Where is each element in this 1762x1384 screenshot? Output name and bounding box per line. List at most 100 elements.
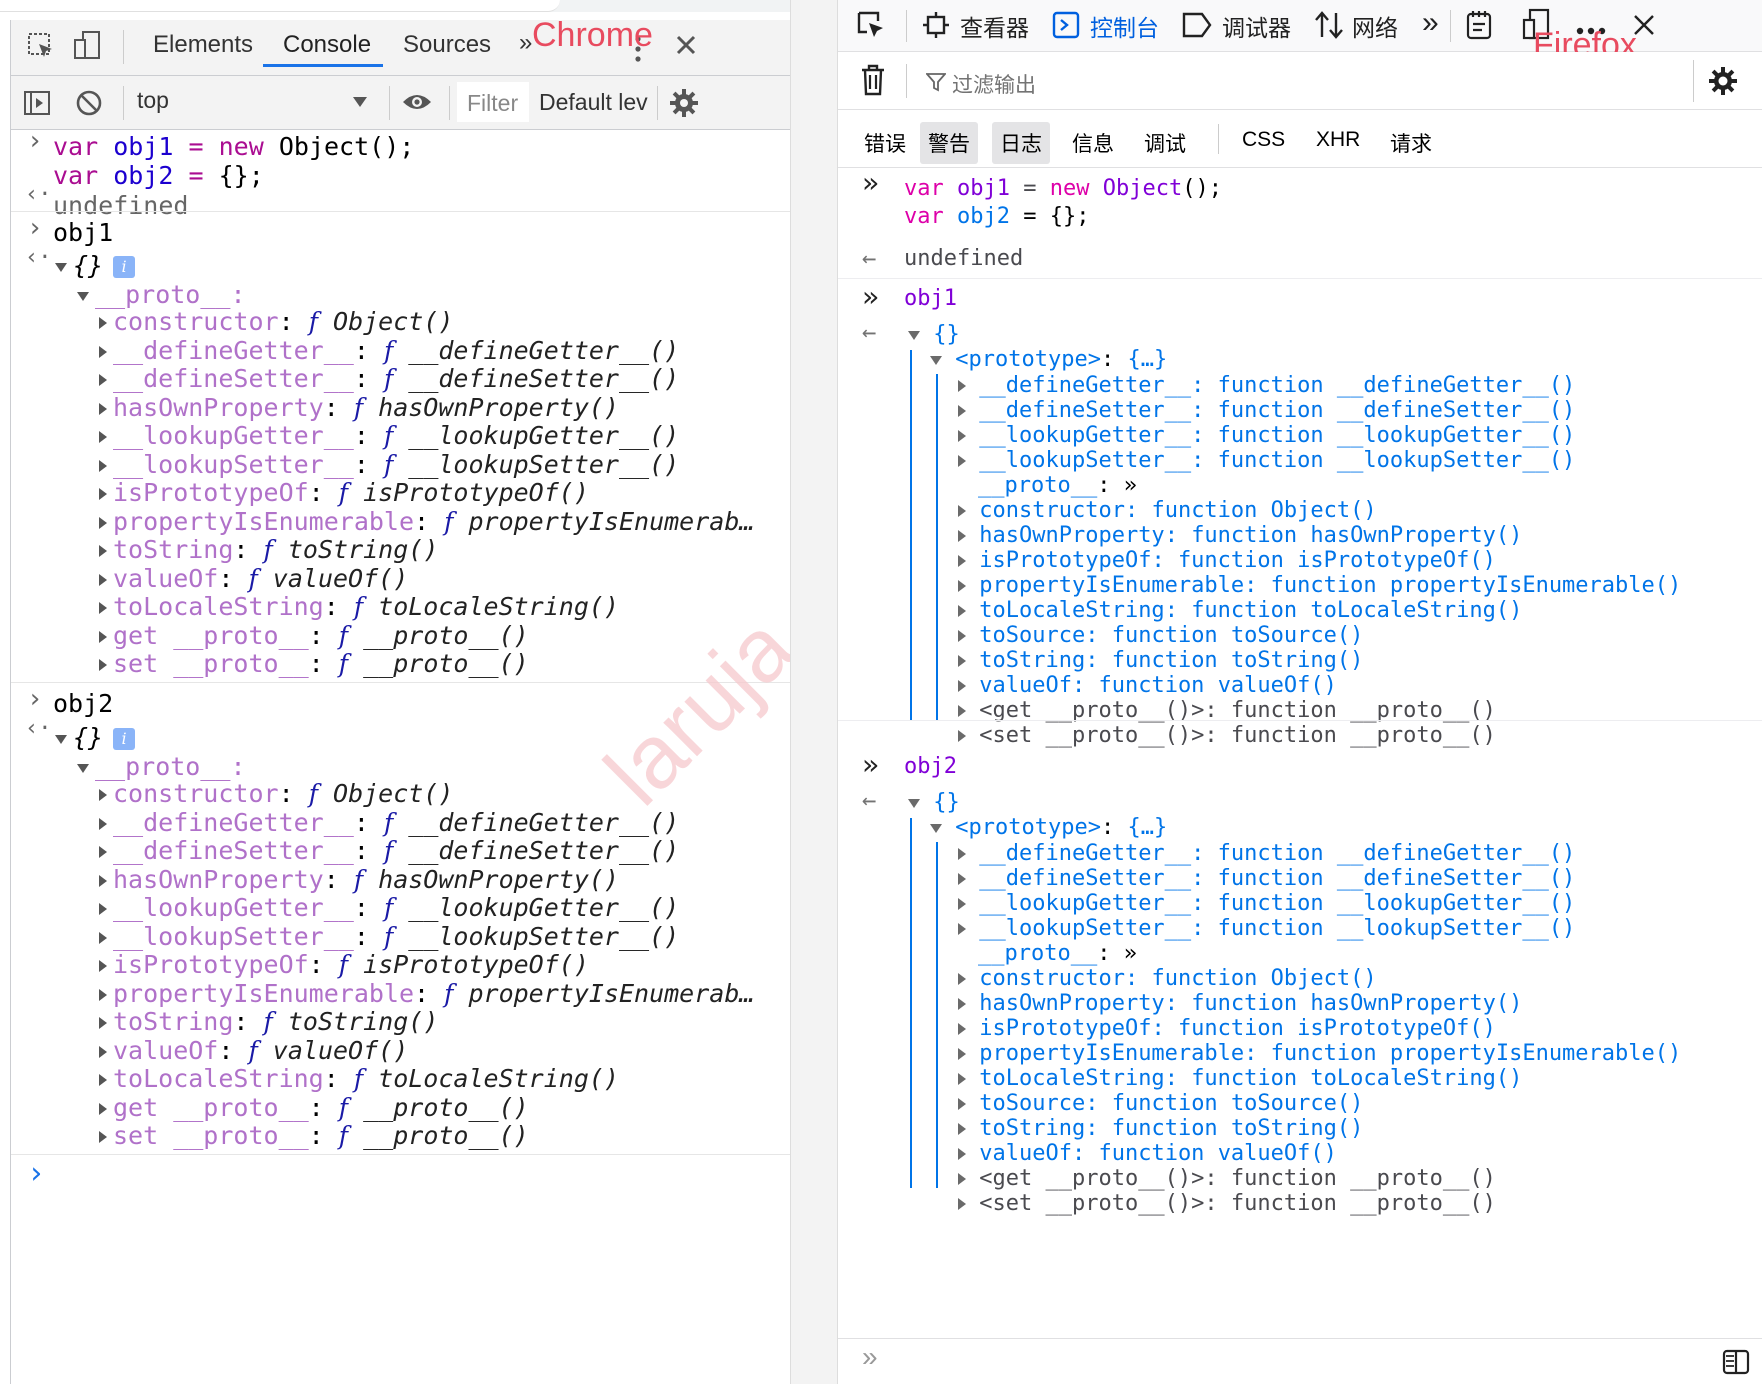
- expand-triangle-icon[interactable]: [99, 1045, 107, 1058]
- property-row[interactable]: get __proto__: f __proto__(): [99, 1092, 529, 1124]
- expand-triangle-icon[interactable]: [99, 1074, 107, 1086]
- property-row[interactable]: toSource: function toSource(): [958, 1090, 1363, 1118]
- property-row[interactable]: isPrototypeOf: function isPrototypeOf(): [958, 1015, 1496, 1043]
- context-select[interactable]: top: [137, 84, 381, 122]
- expand-triangle-icon[interactable]: [99, 1017, 107, 1029]
- property-row[interactable]: __lookupGetter__: f __lookupGetter__(): [99, 420, 679, 452]
- inspect-element-icon[interactable]: [27, 32, 55, 65]
- property-row[interactable]: __defineGetter__: function __defineGette…: [958, 840, 1575, 868]
- property-row[interactable]: __defineGetter__: f __defineGetter__(): [99, 807, 679, 839]
- more-tabs-icon[interactable]: »: [519, 29, 532, 57]
- property-row[interactable]: toString: f toString(): [99, 1006, 438, 1038]
- expand-triangle-icon[interactable]: [958, 680, 966, 692]
- property-row[interactable]: __defineSetter__: function __defineSette…: [958, 397, 1575, 425]
- object-summary[interactable]: {} i: [55, 250, 136, 282]
- tab-debugger[interactable]: 调试器: [1222, 9, 1291, 43]
- expand-triangle-icon[interactable]: [958, 730, 966, 742]
- expand-triangle-icon[interactable]: [930, 355, 942, 365]
- property-row[interactable]: isPrototypeOf: function isPrototypeOf(): [958, 547, 1496, 575]
- property-row[interactable]: toLocaleString: function toLocaleString(…: [958, 597, 1522, 625]
- expand-triangle-icon[interactable]: [958, 898, 966, 910]
- expand-triangle-icon[interactable]: [958, 1073, 966, 1085]
- close-icon[interactable]: [675, 34, 697, 61]
- property-row[interactable]: valueOf: function valueOf(): [958, 672, 1337, 700]
- expand-triangle-icon[interactable]: [99, 789, 107, 801]
- filter-info[interactable]: 信息: [1064, 122, 1122, 164]
- settings-gear-icon[interactable]: [669, 88, 699, 123]
- tab-console[interactable]: 控制台: [1090, 9, 1159, 43]
- property-row[interactable]: hasOwnProperty: function hasOwnProperty(…: [958, 522, 1522, 550]
- pick-element-icon[interactable]: [856, 10, 886, 45]
- property-row[interactable]: __defineSetter__: f __defineSetter__(): [99, 363, 679, 395]
- property-row[interactable]: toLocaleString: f toLocaleString(): [99, 1063, 619, 1095]
- expand-triangle-icon[interactable]: [77, 763, 89, 773]
- expand-triangle-icon[interactable]: [99, 317, 107, 329]
- expand-triangle-icon[interactable]: [99, 988, 107, 1001]
- tab-network[interactable]: 网络: [1352, 9, 1398, 43]
- device-toolbar-icon[interactable]: [73, 30, 103, 67]
- property-row[interactable]: toSource: function toSource(): [958, 622, 1363, 650]
- property-row[interactable]: __lookupGetter__: function __lookupGette…: [958, 890, 1575, 918]
- tab-elements[interactable]: Elements: [153, 31, 253, 59]
- prototype-node[interactable]: <prototype>: {…}: [930, 814, 1167, 842]
- clear-console-icon[interactable]: [75, 89, 103, 122]
- expand-triangle-icon[interactable]: [99, 817, 107, 830]
- expand-triangle-icon[interactable]: [908, 330, 920, 340]
- expand-triangle-icon[interactable]: [99, 960, 107, 972]
- info-badge-icon[interactable]: i: [113, 256, 136, 278]
- expand-triangle-icon[interactable]: [99, 545, 107, 557]
- expand-triangle-icon[interactable]: [99, 1102, 107, 1115]
- expand-triangle-icon[interactable]: [958, 1173, 966, 1185]
- property-row[interactable]: propertyIsEnumerable: function propertyI…: [958, 572, 1681, 600]
- expand-triangle-icon[interactable]: [958, 1123, 966, 1135]
- object-summary[interactable]: {} i: [55, 722, 136, 754]
- object-summary[interactable]: {}: [908, 789, 960, 817]
- sidebar-toggle-icon[interactable]: [23, 89, 51, 122]
- log-levels-dropdown[interactable]: Default lev: [539, 89, 653, 116]
- property-row[interactable]: propertyIsEnumerable: f propertyIsEnumer…: [99, 506, 754, 538]
- expand-triangle-icon[interactable]: [958, 405, 966, 417]
- property-row[interactable]: constructor: function Object(): [958, 497, 1377, 525]
- property-row[interactable]: __lookupSetter__: function __lookupSette…: [958, 915, 1575, 943]
- tab-console[interactable]: Console: [283, 31, 371, 59]
- expand-triangle-icon[interactable]: [930, 823, 942, 833]
- property-row[interactable]: __lookupSetter__: f __lookupSetter__(): [99, 921, 679, 953]
- property-row[interactable]: get __proto__: f __proto__(): [99, 620, 529, 652]
- expand-triangle-icon[interactable]: [958, 705, 966, 717]
- filter-debug[interactable]: 调试: [1136, 122, 1194, 164]
- notes-icon[interactable]: [1466, 10, 1492, 45]
- expand-triangle-icon[interactable]: [958, 455, 966, 467]
- expand-triangle-icon[interactable]: [958, 605, 966, 617]
- filter-css[interactable]: CSS: [1234, 122, 1293, 158]
- expand-triangle-icon[interactable]: [99, 903, 107, 915]
- debugger-icon[interactable]: [1182, 12, 1212, 43]
- property-row[interactable]: __defineSetter__: function __defineSette…: [958, 865, 1575, 893]
- expand-triangle-icon[interactable]: [55, 734, 67, 744]
- expand-triangle-icon[interactable]: [99, 1131, 107, 1143]
- expand-triangle-icon[interactable]: [77, 291, 89, 301]
- expand-triangle-icon[interactable]: [99, 874, 107, 887]
- expand-triangle-icon[interactable]: [958, 1098, 966, 1110]
- expand-triangle-icon[interactable]: [958, 1048, 966, 1060]
- expand-triangle-icon[interactable]: [99, 931, 107, 944]
- property-row[interactable]: set __proto__: f __proto__(): [99, 1120, 529, 1152]
- property-row[interactable]: <get __proto__()>: function __proto__(): [958, 1165, 1496, 1193]
- filter-output-input[interactable]: 过滤输出: [918, 60, 1608, 102]
- console-prompt[interactable]: ›: [27, 1156, 45, 1191]
- expand-triangle-icon[interactable]: [958, 973, 966, 985]
- expand-triangle-icon[interactable]: [908, 798, 920, 808]
- expand-triangle-icon[interactable]: [958, 555, 966, 567]
- proto-link-icon[interactable]: »: [1124, 473, 1137, 498]
- tab-sources[interactable]: Sources: [403, 31, 491, 59]
- expand-triangle-icon[interactable]: [99, 602, 107, 614]
- expand-triangle-icon[interactable]: [99, 659, 107, 671]
- property-row[interactable]: propertyIsEnumerable: function propertyI…: [958, 1040, 1681, 1068]
- expand-triangle-icon[interactable]: [99, 573, 107, 586]
- prototype-node[interactable]: <prototype>: {…}: [930, 346, 1167, 374]
- inspector-icon[interactable]: [922, 11, 950, 44]
- info-badge-icon[interactable]: i: [113, 728, 136, 750]
- property-row[interactable]: hasOwnProperty: f hasOwnProperty(): [99, 392, 619, 424]
- property-row[interactable]: valueOf: f valueOf(): [99, 1035, 408, 1067]
- property-row[interactable]: propertyIsEnumerable: f propertyIsEnumer…: [99, 978, 754, 1010]
- property-row[interactable]: <set __proto__()>: function __proto__(): [958, 1190, 1496, 1218]
